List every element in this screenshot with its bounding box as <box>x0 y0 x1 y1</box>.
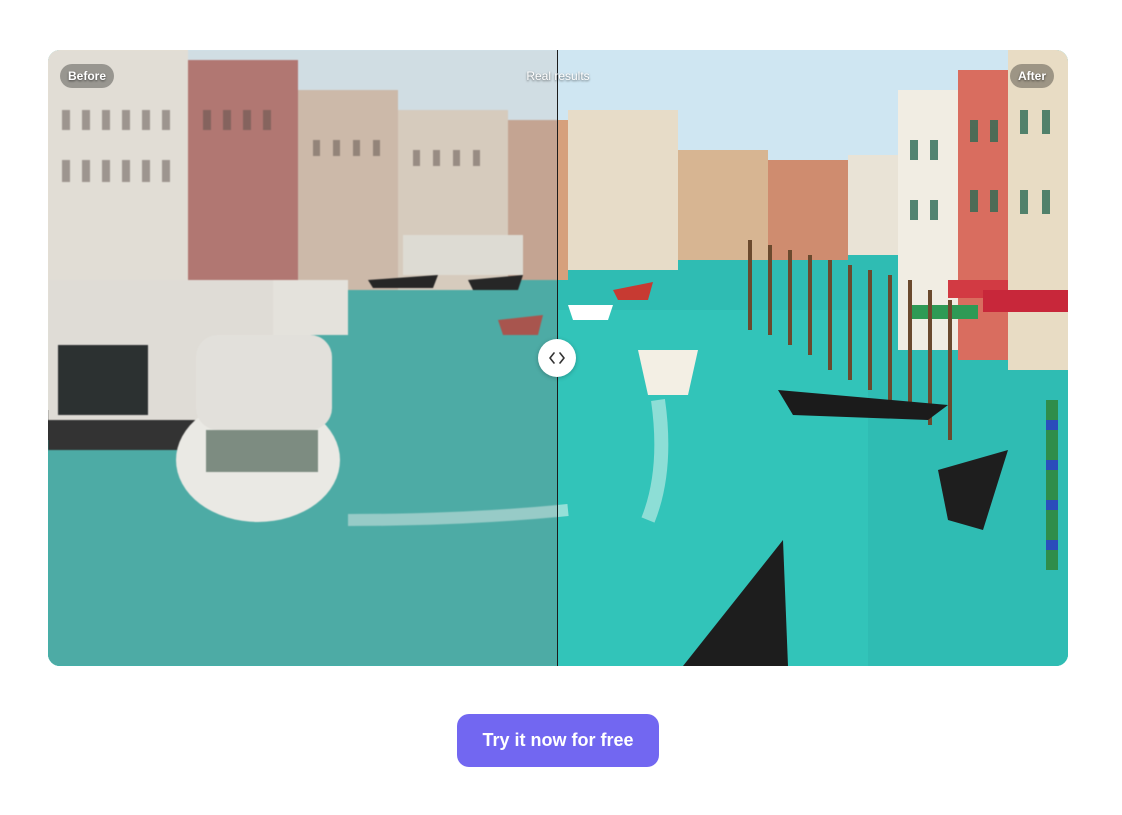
after-label: After <box>1009 64 1054 88</box>
code-arrows-icon <box>549 352 565 364</box>
slider-handle[interactable] <box>538 339 576 377</box>
before-after-comparison[interactable]: Before Real results After <box>48 50 1068 666</box>
before-image <box>48 50 557 666</box>
try-free-button[interactable]: Try it now for free <box>457 714 659 767</box>
before-label: Before <box>60 64 115 88</box>
real-results-label: Real results <box>526 69 590 83</box>
